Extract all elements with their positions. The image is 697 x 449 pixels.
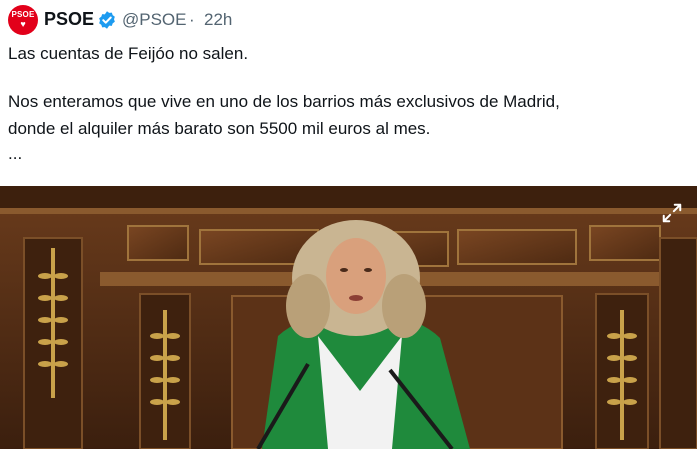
rose-icon: ♥	[20, 19, 26, 29]
timestamp[interactable]: 22h	[204, 10, 232, 30]
video-player[interactable]	[0, 186, 697, 449]
avatar-logo-text: PSOE	[11, 10, 35, 19]
video-frame	[0, 186, 697, 449]
tweet-text-line-4: ...	[8, 144, 23, 163]
tweet-text-line-3: donde el alquiler más barato son 5500 mi…	[8, 119, 431, 138]
tweet-header: PSOE ♥ PSOE @PSOE · 22h	[0, 0, 697, 40]
avatar[interactable]: PSOE ♥	[8, 5, 38, 35]
separator-dot: ·	[189, 10, 195, 29]
author-handle[interactable]: @PSOE	[122, 10, 187, 30]
tweet-text-line-2: Nos enteramos que vive en uno de los bar…	[8, 92, 560, 111]
expand-icon[interactable]	[661, 202, 683, 224]
tweet-text-line-1: Las cuentas de Feijóo no salen.	[8, 44, 249, 63]
author-name[interactable]: PSOE	[44, 9, 94, 30]
verified-badge-icon	[99, 11, 115, 29]
